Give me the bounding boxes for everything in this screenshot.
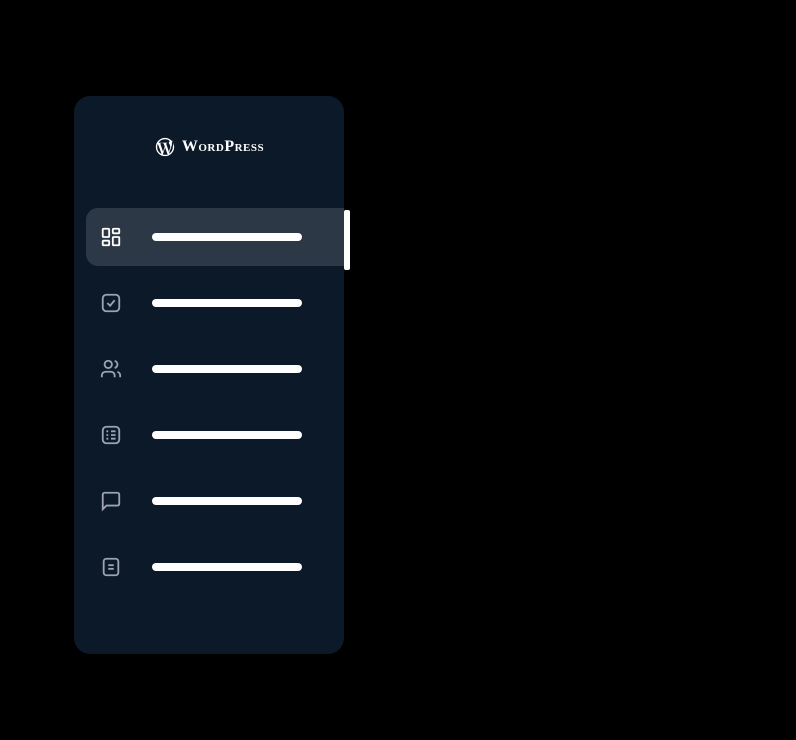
sidebar-item-users[interactable] <box>74 340 344 398</box>
sidebar-item-dashboard[interactable] <box>86 208 344 266</box>
sidebar-item-documents[interactable] <box>74 538 344 596</box>
sidebar-item-tasks[interactable] <box>74 274 344 332</box>
dashboard-icon <box>100 226 122 248</box>
sidebar-item-label <box>152 497 302 505</box>
checkbox-icon <box>100 292 122 314</box>
list-check-icon <box>100 424 122 446</box>
nav-items <box>74 208 344 604</box>
sidebar-item-comments[interactable] <box>74 472 344 530</box>
sidebar-item-label <box>152 431 302 439</box>
comment-icon <box>100 490 122 512</box>
sidebar-item-label <box>152 365 302 373</box>
wordpress-icon <box>154 136 176 158</box>
sidebar: WordPress <box>74 96 344 654</box>
document-icon <box>100 556 122 578</box>
logo: WordPress <box>74 136 344 158</box>
sidebar-item-checklist[interactable] <box>74 406 344 464</box>
users-icon <box>100 358 122 380</box>
logo-text: WordPress <box>182 138 264 156</box>
sidebar-item-label <box>152 563 302 571</box>
sidebar-item-label <box>152 299 302 307</box>
sidebar-item-label <box>152 233 302 241</box>
